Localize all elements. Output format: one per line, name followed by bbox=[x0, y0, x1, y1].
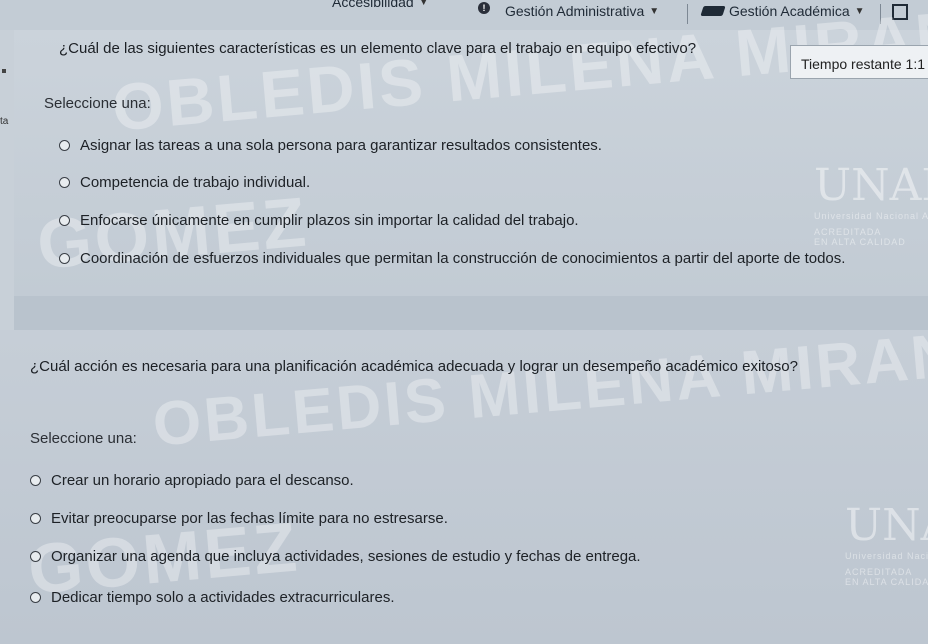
radio-button[interactable] bbox=[59, 215, 70, 226]
admin-menu-label: Gestión Administrativa bbox=[505, 3, 645, 19]
logo-quality: EN ALTA CALIDAD bbox=[845, 577, 928, 587]
question-2-text: ¿Cuál acción es necesaria para una plani… bbox=[30, 358, 798, 375]
question-1-option-1[interactable]: Asignar las tareas a una sola persona pa… bbox=[59, 137, 602, 154]
option-label: Competencia de trabajo individual. bbox=[80, 174, 311, 191]
top-navigation-bar: Accesibilidad ▼ ! Gestión Administrativa… bbox=[0, 0, 928, 30]
question-1-option-3[interactable]: Enfocarse únicamente en cumplir plazos s… bbox=[59, 212, 579, 229]
option-label: Dedicar tiempo solo a actividades extrac… bbox=[51, 589, 395, 606]
option-label: Evitar preocuparse por las fechas límite… bbox=[51, 510, 448, 527]
graduation-cap-icon bbox=[700, 6, 726, 16]
question-1-select-label: Seleccione una: bbox=[44, 95, 151, 112]
question-2-card: OBLEDIS MILENA MIRANDA GOMEZ UNAD Univer… bbox=[0, 312, 928, 644]
radio-button[interactable] bbox=[59, 177, 70, 188]
chevron-down-icon: ▼ bbox=[418, 0, 429, 8]
radio-button[interactable] bbox=[30, 513, 41, 524]
menu-divider bbox=[880, 4, 881, 24]
admin-menu[interactable]: Gestión Administrativa ▼ bbox=[505, 3, 659, 19]
question-2-option-4[interactable]: Dedicar tiempo solo a actividades extrac… bbox=[30, 589, 394, 606]
radio-button[interactable] bbox=[59, 140, 70, 151]
radio-button[interactable] bbox=[30, 592, 41, 603]
option-label: Enfocarse únicamente en cumplir plazos s… bbox=[80, 212, 579, 229]
checkbox-icon[interactable] bbox=[892, 4, 908, 20]
accessibility-menu[interactable]: Accesibilidad ▼ bbox=[332, 0, 429, 10]
question-1-option-4[interactable]: Coordinación de esfuerzos individuales q… bbox=[59, 250, 845, 267]
time-remaining-box: Tiempo restante 1:1 bbox=[790, 45, 928, 79]
option-label: Coordinación de esfuerzos individuales q… bbox=[80, 250, 846, 267]
logo-accreditation: ACREDITADA bbox=[845, 567, 913, 577]
accessibility-label: Accesibilidad bbox=[332, 0, 414, 10]
alert-icon[interactable]: ! bbox=[478, 2, 490, 14]
logo-accreditation: ACREDITADA bbox=[814, 227, 882, 237]
unad-logo: UNAD Universidad Nacional Abierta y a Di… bbox=[845, 500, 928, 587]
radio-button[interactable] bbox=[30, 551, 41, 562]
question-1-text: ¿Cuál de las siguientes características … bbox=[59, 40, 697, 57]
sidebar-marker bbox=[2, 69, 6, 73]
logo-quality: EN ALTA CALIDAD bbox=[814, 237, 906, 247]
option-label: Asignar las tareas a una sola persona pa… bbox=[80, 137, 602, 154]
logo-university: Universidad Nacional Abierta y a Distanc… bbox=[845, 551, 928, 561]
academic-menu[interactable]: Gestión Académica ▼ bbox=[700, 3, 865, 19]
chevron-down-icon: ▼ bbox=[854, 5, 865, 17]
question-2-option-1[interactable]: Crear un horario apropiado para el desca… bbox=[30, 472, 354, 489]
question-1-option-2[interactable]: Competencia de trabajo individual. bbox=[59, 174, 310, 191]
watermark-name: OBLEDIS MILENA MIRANDA bbox=[150, 312, 928, 460]
option-label: Organizar una agenda que incluya activid… bbox=[51, 548, 641, 565]
question-2-option-3[interactable]: Organizar una agenda que incluya activid… bbox=[30, 548, 641, 565]
sidebar-fragment-label: ta bbox=[0, 116, 9, 127]
watermark-surname: GOMEZ bbox=[34, 182, 312, 284]
academic-menu-label: Gestión Académica bbox=[729, 3, 850, 19]
chevron-down-icon: ▼ bbox=[649, 5, 660, 17]
radio-button[interactable] bbox=[59, 253, 70, 264]
question-2-option-2[interactable]: Evitar preocuparse por las fechas límite… bbox=[30, 510, 448, 527]
logo-university: Universidad Nacional Abierta y a Distanc… bbox=[814, 211, 928, 221]
logo-mark: UNAD bbox=[845, 500, 928, 551]
question-2-select-label: Seleccione una: bbox=[30, 430, 137, 447]
logo-mark: UNAD bbox=[814, 160, 928, 211]
radio-button[interactable] bbox=[30, 475, 41, 486]
unad-logo: UNAD Universidad Nacional Abierta y a Di… bbox=[814, 160, 928, 247]
menu-divider bbox=[687, 4, 688, 24]
option-label: Crear un horario apropiado para el desca… bbox=[51, 472, 354, 489]
